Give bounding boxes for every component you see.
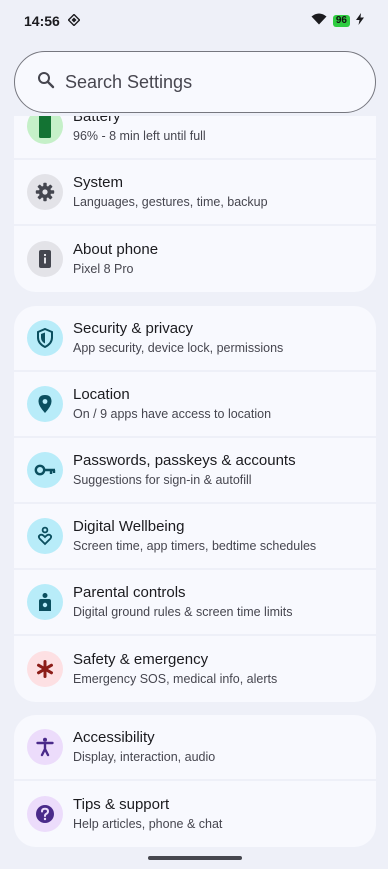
settings-item-subtitle: Pixel 8 Pro bbox=[73, 261, 134, 276]
settings-item-subtitle: App security, device lock, permissions bbox=[73, 340, 284, 355]
settings-screen: 14:56 96 Search Settings Battery 96% - 8… bbox=[0, 0, 388, 869]
settings-item-subtitle: Display, interaction, audio bbox=[73, 749, 216, 764]
gear-icon bbox=[27, 174, 63, 210]
settings-item-safety-emergency[interactable]: Safety & emergency Emergency SOS, medica… bbox=[14, 636, 376, 702]
settings-item-subtitle: 96% - 8 min left until full bbox=[73, 128, 206, 143]
settings-group-device: Battery 96% - 8 min left until full Syst… bbox=[14, 116, 376, 292]
app-notification-icon bbox=[67, 13, 81, 29]
settings-list[interactable]: Battery 96% - 8 min left until full Syst… bbox=[0, 116, 388, 853]
help-icon bbox=[27, 796, 63, 832]
settings-item-title: Security & privacy bbox=[73, 319, 194, 337]
settings-item-title: Accessibility bbox=[73, 728, 155, 746]
search-settings-bar[interactable]: Search Settings bbox=[14, 51, 376, 113]
settings-item-subtitle: Languages, gestures, time, backup bbox=[73, 194, 268, 209]
battery-indicator: 96 bbox=[332, 15, 350, 27]
status-bar: 14:56 96 bbox=[0, 0, 388, 42]
settings-item-subtitle: Emergency SOS, medical info, alerts bbox=[73, 671, 278, 686]
settings-item-passwords-accounts[interactable]: Passwords, passkeys & accounts Suggestio… bbox=[14, 438, 376, 504]
settings-item-digital-wellbeing[interactable]: Digital Wellbeing Screen time, app timer… bbox=[14, 504, 376, 570]
key-icon bbox=[27, 452, 63, 488]
phone-info-icon bbox=[27, 241, 63, 277]
parental-icon bbox=[27, 584, 63, 620]
settings-item-subtitle: On / 9 apps have access to location bbox=[73, 406, 272, 421]
settings-item-system[interactable]: System Languages, gestures, time, backup bbox=[14, 160, 376, 226]
settings-group-support: Accessibility Display, interaction, audi… bbox=[14, 715, 376, 847]
settings-item-tips-support[interactable]: Tips & support Help articles, phone & ch… bbox=[14, 781, 376, 847]
settings-item-title: Location bbox=[73, 385, 130, 403]
accessibility-icon bbox=[27, 729, 63, 765]
battery-icon bbox=[27, 116, 63, 144]
home-gesture-bar[interactable] bbox=[148, 856, 242, 860]
settings-item-title: Tips & support bbox=[73, 795, 170, 813]
search-icon bbox=[37, 71, 55, 94]
settings-item-title: System bbox=[73, 173, 124, 191]
wellbeing-icon bbox=[27, 518, 63, 554]
settings-item-title: About phone bbox=[73, 240, 159, 258]
settings-item-title: Safety & emergency bbox=[73, 650, 209, 668]
shield-icon bbox=[27, 320, 63, 356]
settings-item-about-phone[interactable]: About phone Pixel 8 Pro bbox=[14, 226, 376, 292]
search-placeholder: Search Settings bbox=[65, 71, 193, 92]
status-time: 14:56 bbox=[24, 13, 60, 29]
settings-item-subtitle: Suggestions for sign-in & autofill bbox=[73, 472, 252, 487]
settings-item-battery[interactable]: Battery 96% - 8 min left until full bbox=[14, 116, 376, 160]
settings-item-title: Passwords, passkeys & accounts bbox=[73, 451, 296, 469]
asterisk-icon bbox=[27, 651, 63, 687]
location-pin-icon bbox=[27, 386, 63, 422]
settings-item-location[interactable]: Location On / 9 apps have access to loca… bbox=[14, 372, 376, 438]
charging-bolt-icon bbox=[356, 12, 364, 30]
settings-item-subtitle: Help articles, phone & chat bbox=[73, 816, 223, 831]
settings-item-parental-controls[interactable]: Parental controls Digital ground rules &… bbox=[14, 570, 376, 636]
settings-item-title: Battery bbox=[73, 116, 121, 125]
settings-item-subtitle: Digital ground rules & screen time limit… bbox=[73, 604, 293, 619]
settings-item-accessibility[interactable]: Accessibility Display, interaction, audi… bbox=[14, 715, 376, 781]
settings-item-title: Digital Wellbeing bbox=[73, 517, 185, 535]
settings-item-security-privacy[interactable]: Security & privacy App security, device … bbox=[14, 306, 376, 372]
settings-item-subtitle: Screen time, app timers, bedtime schedul… bbox=[73, 538, 317, 553]
wifi-icon bbox=[311, 12, 327, 30]
settings-group-privacy: Security & privacy App security, device … bbox=[14, 306, 376, 702]
settings-item-title: Parental controls bbox=[73, 583, 186, 601]
